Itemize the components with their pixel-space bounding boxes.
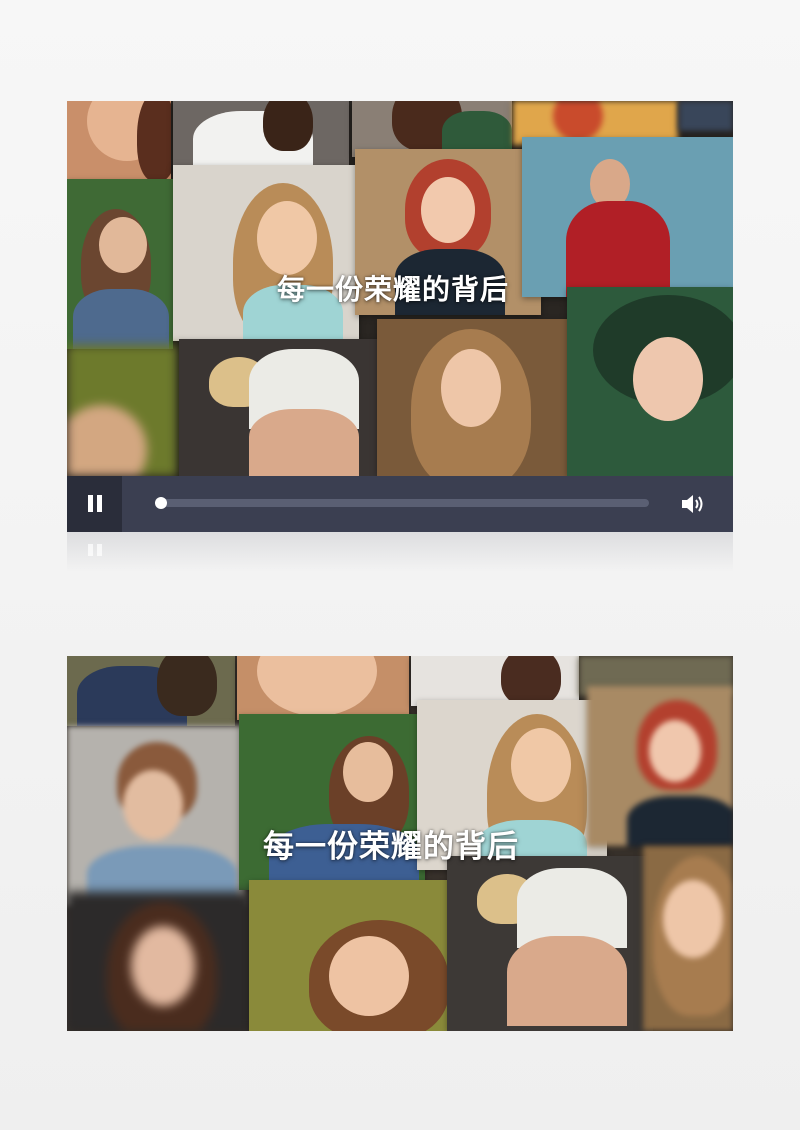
photo-tile: [67, 726, 245, 906]
photo-tile: [587, 686, 733, 846]
video-frame[interactable]: 每一份荣耀的背后: [67, 656, 733, 1031]
photo-tile: [249, 880, 463, 1031]
video-caption: 每一份荣耀的背后: [263, 829, 519, 865]
photo-tile: [411, 656, 579, 706]
photo-tile: [173, 101, 349, 173]
photo-tile: [67, 101, 171, 179]
progress-handle[interactable]: [155, 497, 167, 509]
photo-tile: [67, 179, 173, 349]
photo-tile: [179, 339, 383, 476]
video-controls: [67, 476, 733, 532]
photo-tile: [67, 892, 251, 1031]
photo-tile: [173, 165, 359, 341]
photo-tile: [67, 656, 235, 726]
page: 每一份荣耀的背后 每一份荣耀的背后: [0, 0, 800, 1130]
photo-tile: [67, 345, 177, 476]
volume-icon: [682, 495, 703, 513]
photo-tile: [679, 101, 733, 131]
video-frame[interactable]: 每一份荣耀的背后: [67, 101, 733, 476]
video-player-1: 每一份荣耀的背后: [67, 101, 733, 532]
volume-button[interactable]: [679, 490, 709, 518]
progress-bar[interactable]: [155, 497, 649, 509]
video-caption: 每一份荣耀的背后: [277, 273, 510, 306]
photo-tile: [447, 856, 653, 1031]
photo-tile: [522, 137, 733, 297]
video-player-2: 每一份荣耀的背后: [67, 656, 733, 1031]
photo-tile: [643, 846, 733, 1031]
photo-tile: [237, 656, 409, 720]
photo-tile: [377, 319, 573, 476]
photo-tile: [567, 287, 733, 476]
pause-button[interactable]: [67, 476, 122, 532]
player-reflection: [67, 532, 733, 572]
